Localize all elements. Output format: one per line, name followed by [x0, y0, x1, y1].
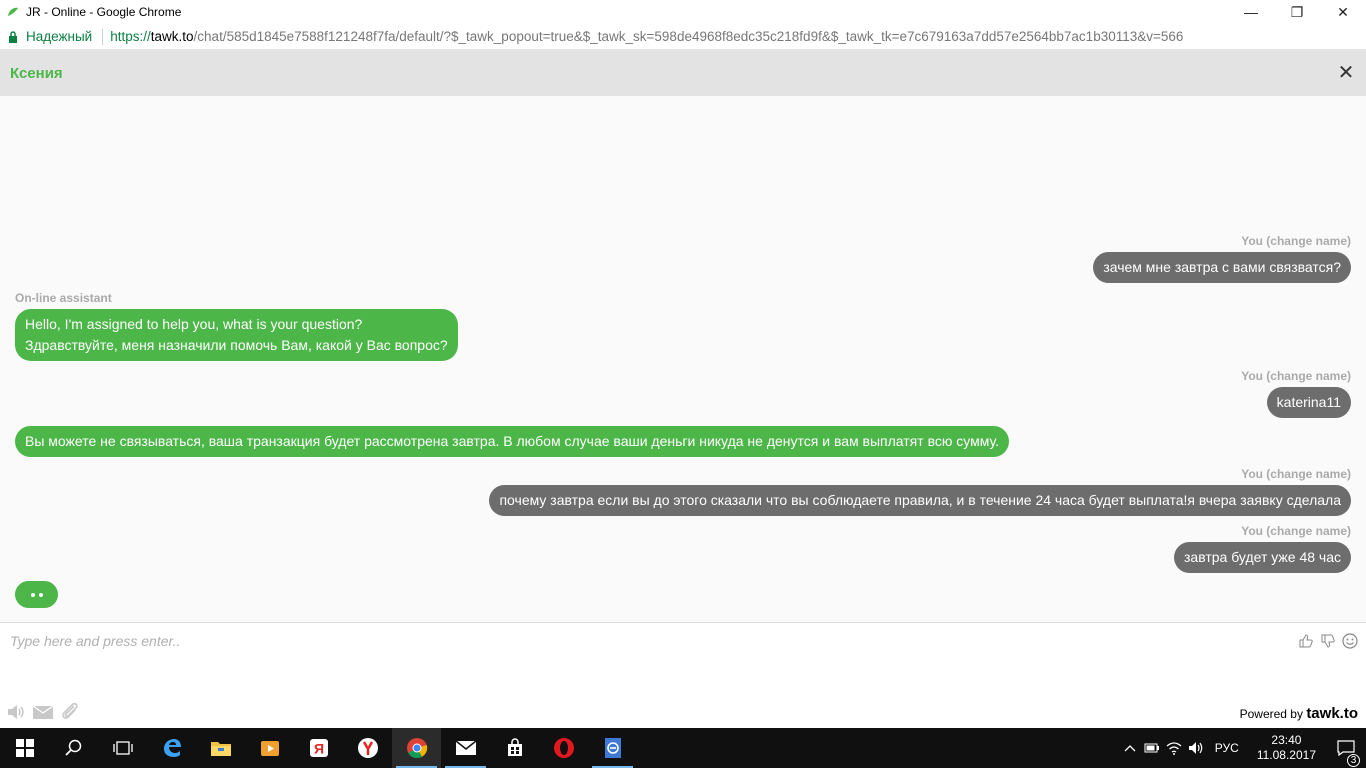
language-indicator[interactable]: РУС [1215, 741, 1239, 755]
windows-logo-icon [15, 739, 34, 757]
taskbar-yandex[interactable] [343, 728, 392, 768]
message-visitor: You (change name) завтра будет уже 48 ча… [1174, 524, 1351, 573]
url-scheme: https:// [110, 29, 151, 44]
tawk-logo: tawk.to [1306, 705, 1358, 722]
email-transcript-icon[interactable] [32, 704, 54, 720]
message-text: зачем мне завтра с вами связватся? [1103, 259, 1341, 275]
address-separator [102, 28, 104, 45]
opera-icon [553, 738, 574, 758]
volume-icon[interactable] [1185, 741, 1207, 755]
message-bubble: зачем мне завтра с вами связватся? [1093, 252, 1351, 283]
chat-close-icon[interactable]: ✕ [1336, 63, 1356, 83]
message-list[interactable]: You (change name) зачем мне завтра с вам… [0, 96, 1366, 622]
message-agent: On-line assistant Hello, I'm assigned to… [15, 291, 458, 361]
window-close-button[interactable]: ✕ [1320, 0, 1366, 24]
message-visitor: You (change name) зачем мне завтра с вам… [1093, 234, 1351, 283]
clock-time: 23:40 [1271, 733, 1302, 747]
search-button[interactable] [49, 728, 98, 768]
composer: Powered by tawk.to [0, 622, 1366, 728]
message-sender: On-line assistant [15, 291, 112, 305]
task-view-icon [112, 741, 133, 755]
message-text: завтра будет уже 48 час [1184, 549, 1341, 565]
message-visitor: You (change name) почему завтра если вы … [489, 467, 1351, 516]
taskbar-media-player[interactable] [245, 728, 294, 768]
task-view-button[interactable] [98, 728, 147, 768]
message-bubble: Вы можете не связываться, ваша транзакци… [15, 426, 1009, 457]
typing-dot [38, 592, 43, 597]
message-text: Вы можете не связываться, ваша транзакци… [25, 433, 999, 449]
store-icon [507, 738, 522, 756]
message-sender: You (change name) [1241, 467, 1351, 481]
message-text: Здравствуйте, меня назначили помочь Вам,… [25, 337, 448, 353]
taskbar-edge[interactable] [147, 728, 196, 768]
message-sender: You (change name) [1241, 524, 1351, 538]
battery-icon[interactable] [1141, 743, 1163, 753]
tawk-favicon-icon [8, 7, 18, 16]
taskbar-yandex-browser[interactable]: Я [294, 728, 343, 768]
maximize-button[interactable]: ❐ [1274, 0, 1320, 24]
message-input[interactable] [10, 633, 1280, 663]
message-bubble: завтра будет уже 48 час [1174, 542, 1351, 573]
search-icon [64, 739, 81, 756]
chrome-icon [406, 738, 427, 759]
start-button[interactable] [0, 728, 49, 768]
typing-indicator [15, 581, 58, 608]
window-title: JR - Online - Google Chrome [26, 5, 182, 19]
media-player-icon [260, 741, 279, 756]
notifications-button[interactable]: 3 [1326, 740, 1366, 767]
taskbar-mail[interactable] [441, 728, 490, 768]
message-sender: You (change name) [1241, 369, 1351, 383]
chat-header: Ксения ✕ [0, 50, 1366, 96]
yandex-icon [357, 738, 378, 758]
address-bar[interactable]: Надежный https://tawk.to/chat/585d1845e7… [0, 24, 1366, 50]
message-sender: You (change name) [1241, 234, 1351, 248]
thumbs-up-icon[interactable] [1298, 633, 1314, 649]
message-bubble: katerina11 [1266, 387, 1351, 418]
taskbar-file-explorer[interactable] [196, 728, 245, 768]
taskbar-opera[interactable] [539, 728, 588, 768]
attach-file-icon[interactable] [60, 701, 80, 723]
powered-by[interactable]: Powered by tawk.to [1240, 705, 1358, 722]
folder-icon [210, 742, 231, 756]
message-agent: Вы можете не связываться, ваша транзакци… [15, 426, 1009, 457]
notification-count: 3 [1347, 754, 1360, 767]
typing-dot [30, 592, 35, 597]
message-text: Hello, I'm assigned to help you, what is… [25, 316, 363, 332]
message-bubble: Hello, I'm assigned to help you, what is… [15, 309, 458, 361]
yandex-browser-icon: Я [309, 739, 328, 757]
agent-name: Ксения [10, 64, 63, 82]
wifi-icon[interactable] [1163, 741, 1185, 755]
svg-text:Я: Я [313, 741, 323, 757]
url-text[interactable]: https://tawk.to/chat/585d1845e7588f12124… [110, 29, 1183, 44]
window-titlebar: JR - Online - Google Chrome — ❐ ✕ [0, 0, 1366, 24]
thumbs-down-icon[interactable] [1320, 633, 1336, 649]
lock-icon [9, 30, 17, 43]
clock-date: 11.08.2017 [1256, 748, 1316, 762]
message-text: katerina11 [1276, 394, 1341, 410]
powered-by-label: Powered by [1239, 707, 1303, 721]
taskbar: Я РУС 23:40 11.08.2017 3 [0, 728, 1366, 768]
clock[interactable]: 23:40 11.08.2017 [1257, 733, 1316, 763]
sound-icon[interactable] [6, 703, 26, 721]
taskbar-chrome[interactable] [392, 728, 441, 768]
taskbar-app[interactable] [588, 728, 637, 768]
document-app-icon [604, 738, 621, 758]
system-tray: РУС 23:40 11.08.2017 3 [1119, 728, 1366, 768]
url-path: /chat/585d1845e7588f121248f7fa/default/?… [193, 29, 1184, 44]
chevron-up-icon[interactable] [1119, 744, 1141, 752]
edge-icon [163, 739, 181, 757]
message-visitor: You (change name) katerina11 [1241, 369, 1351, 418]
minimize-button[interactable]: — [1228, 0, 1274, 24]
message-text: почему завтра если вы до этого сказали ч… [499, 492, 1341, 508]
emoji-icon[interactable] [1342, 633, 1358, 649]
secure-label[interactable]: Надежный [26, 29, 92, 44]
message-bubble: почему завтра если вы до этого сказали ч… [489, 485, 1351, 516]
url-host: tawk.to [150, 29, 194, 44]
mail-icon [455, 740, 476, 755]
taskbar-store[interactable] [490, 728, 539, 768]
